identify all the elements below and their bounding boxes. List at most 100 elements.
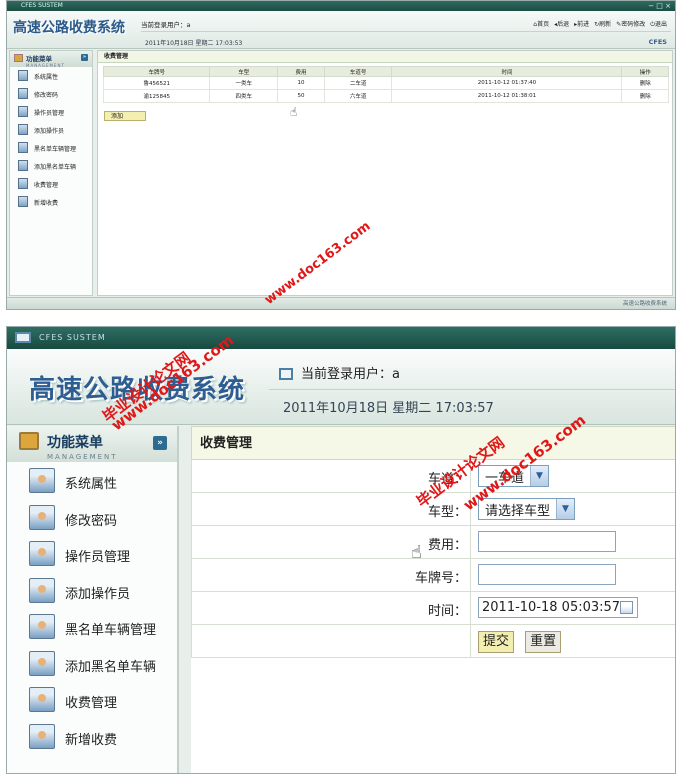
sidebar-item-toll-manage[interactable]: 收费管理: [7, 681, 177, 718]
user-card-icon: [18, 142, 28, 153]
submit-button[interactable]: 提交: [478, 631, 515, 653]
col-type: 车型: [209, 66, 279, 77]
user-card-icon: [18, 178, 28, 189]
sidebar-item-label: 操作员管理: [65, 550, 131, 565]
sidebar-item-operator-manage[interactable]: 操作员管理: [7, 535, 177, 572]
sidebar-item-label: 修改密码: [34, 92, 59, 99]
current-user: 当前登录用户：a: [279, 363, 400, 382]
header-divider: [141, 31, 671, 32]
menu-title: 功能菜单: [26, 55, 52, 63]
sidebar-item-label: 添加操作员: [65, 586, 131, 602]
sidebar-item-system-props[interactable]: 系统属性: [10, 67, 92, 85]
form-row-plate: 车牌号：: [191, 559, 675, 592]
change-password-label: 密码修改: [621, 21, 646, 28]
menu-folder-icon: [14, 54, 23, 62]
menu-folder-icon: [19, 432, 39, 450]
sidebar-item-change-password[interactable]: 修改密码: [10, 85, 92, 103]
sidebar-item-change-password[interactable]: 修改密码: [7, 499, 177, 536]
menu-title: 功能菜单: [47, 435, 103, 451]
delete-link[interactable]: 删除: [621, 89, 669, 103]
sidebar-item-label: 添加黑名单车辆: [65, 659, 157, 675]
cell-time: 2011-10-12 01:37:40: [391, 76, 623, 90]
logout-link[interactable]: ⏻退出: [650, 19, 667, 29]
panel-title: 收费管理: [98, 51, 672, 63]
refresh-link[interactable]: ↻刷新: [594, 19, 611, 29]
main-panel: 收费管理 车牌号 车型 费用 车道号 时间 操作 鲁456521 一类车 10 …: [97, 50, 673, 296]
calendar-icon[interactable]: [620, 601, 633, 614]
user-card-icon: [29, 468, 55, 493]
cell-plate: 渝125845: [102, 89, 211, 103]
sidebar-item-label: 修改密码: [65, 513, 118, 529]
window-controls[interactable]: − □ ×: [648, 1, 671, 11]
user-card-icon: [18, 124, 28, 135]
row-divider: [470, 526, 471, 558]
reset-button[interactable]: 重置: [525, 631, 562, 653]
sidebar-item-label: 新增收费: [65, 732, 118, 748]
user-card-icon: [29, 504, 55, 530]
change-password-link[interactable]: ✎密码修改: [616, 19, 645, 29]
toll-table: 车牌号 车型 费用 车道号 时间 操作 鲁456521 一类车 10 二车道 2…: [102, 66, 669, 103]
sidebar-item-operator-manage[interactable]: 操作员管理: [10, 103, 92, 121]
back-link[interactable]: ◂后退: [554, 19, 569, 29]
sidebar-item-new-toll[interactable]: 新增收费: [7, 718, 177, 755]
sidebar-item-system-props[interactable]: 系统属性: [7, 462, 177, 499]
cell-plate: 鲁456521: [102, 76, 211, 90]
refresh-label: 刷新: [599, 21, 612, 28]
window-titlebar: CFES SUSTEM: [7, 327, 675, 349]
delete-link[interactable]: 删除: [621, 76, 669, 90]
row-divider: [470, 625, 471, 657]
sidebar-item-label: 收费管理: [65, 696, 118, 711]
user-card-icon: [29, 614, 55, 639]
header-divider: [269, 389, 675, 390]
sidebar-item-toll-manage[interactable]: 收费管理: [10, 175, 92, 193]
sidebar-item-label: 系统属性: [34, 74, 59, 81]
collapse-icon[interactable]: »: [81, 54, 88, 61]
sidebar-item-blacklist-manage[interactable]: 黑名单车辆管理: [7, 608, 177, 645]
row-divider: [470, 592, 471, 624]
user-card-icon: [29, 541, 55, 566]
cell-type: 一类车: [209, 76, 279, 90]
cell-lane: 二车道: [323, 76, 393, 90]
hand-cursor-icon: ☝: [411, 542, 422, 563]
monitor-icon: [279, 368, 293, 380]
user-card-icon: [18, 160, 28, 171]
sidebar-item-label: 添加黑名单车辆: [34, 164, 77, 171]
screenshot-form-view: CFES SUSTEM 高速公路收费系统 当前登录用户：a 2011年10月18…: [6, 326, 676, 774]
vehicle-type-select-value: 请选择车型: [485, 503, 551, 519]
sidebar-item-add-operator[interactable]: 添加操作员: [10, 121, 92, 139]
sidebar-item-add-blacklist[interactable]: 添加黑名单车辆: [10, 157, 92, 175]
sidebar-item-add-operator[interactable]: 添加操作员: [7, 572, 177, 609]
sidebar-item-blacklist-manage[interactable]: 黑名单车辆管理: [10, 139, 92, 157]
cell-type: 四类车: [209, 89, 279, 103]
sidebar: 功能菜单 MANAGEMENT » 系统属性 修改密码 操作员管理 添加操作员 …: [9, 50, 93, 296]
window-icon: [15, 332, 31, 343]
table-row: 渝125845 四类车 50 六车道 2011-10-12 01:38:01 删…: [102, 89, 669, 103]
cell-lane: 六车道: [323, 89, 393, 103]
forward-link[interactable]: ▸前进: [574, 19, 589, 29]
user-card-icon: [29, 723, 55, 749]
current-user: 当前登录用户：a: [141, 21, 191, 29]
sidebar-item-add-blacklist[interactable]: 添加黑名单车辆: [7, 645, 177, 682]
collapse-icon[interactable]: »: [153, 436, 167, 450]
current-user-label: 当前登录用户：a: [301, 367, 400, 382]
add-button[interactable]: 添加: [104, 111, 146, 121]
time-input-value: 2011-10-18 05:03:57: [482, 600, 621, 615]
vehicle-type-select[interactable]: 请选择车型 ▼: [478, 498, 576, 520]
window-title: CFES SUSTEM: [21, 2, 63, 9]
window-titlebar: CFES SUSTEM − □ ×: [7, 1, 675, 11]
menu-subtitle: MANAGEMENT: [47, 453, 118, 461]
sidebar: 功能菜单 MANAGEMENT » 系统属性 修改密码 操作员管理 添加操作员 …: [7, 426, 179, 773]
user-card-icon: [18, 196, 28, 207]
col-fee: 费用: [277, 66, 325, 77]
hand-cursor-icon: ☝: [290, 105, 298, 119]
top-nav: ⌂首页 ◂后退 ▸前进 ↻刷新 ✎密码修改 ⏻退出: [533, 19, 667, 29]
fee-input[interactable]: [478, 531, 616, 552]
plate-label: 车牌号：: [414, 571, 467, 586]
fee-label: 费用：: [427, 538, 467, 553]
plate-input[interactable]: [478, 564, 616, 585]
sidebar-item-new-toll[interactable]: 新增收费: [10, 193, 92, 211]
time-input[interactable]: 2011-10-18 05:03:57: [478, 597, 638, 618]
menu-header: 功能菜单 MANAGEMENT »: [7, 426, 177, 462]
home-link[interactable]: ⌂首页: [533, 19, 549, 29]
cell-time: 2011-10-12 01:38:01: [391, 89, 623, 103]
